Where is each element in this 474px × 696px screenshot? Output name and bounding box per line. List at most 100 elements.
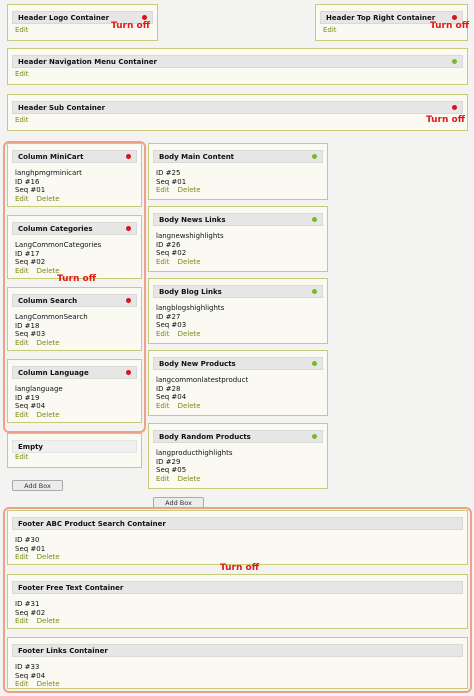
delete-link[interactable]: Delete xyxy=(178,186,201,194)
edit-link[interactable]: Edit xyxy=(15,116,29,124)
delete-link[interactable]: Delete xyxy=(178,258,201,266)
edit-link[interactable]: Edit xyxy=(15,26,29,34)
edit-link[interactable]: Edit xyxy=(15,267,29,275)
column-minicart-box: Column MiniCart langhpmgrminicart ID #16… xyxy=(7,143,142,207)
box-seq: Seq #02 xyxy=(156,249,187,257)
box-title: Footer ABC Product Search Container xyxy=(18,520,166,528)
box-title: Column Language xyxy=(18,369,89,377)
footer-links-container: Footer Links Container ID #33 Seq #04 Ed… xyxy=(7,637,468,689)
edit-link[interactable]: Edit xyxy=(323,26,337,34)
box-bar: Column Search xyxy=(12,294,137,307)
box-title: Body Blog Links xyxy=(159,288,222,296)
box-seq: Seq #04 xyxy=(156,393,187,401)
box-title: Column MiniCart xyxy=(18,153,84,161)
edit-link[interactable]: Edit xyxy=(15,680,29,688)
box-info: langnewshighlights ID #26 Seq #02 Edit De… xyxy=(156,232,224,266)
delete-link[interactable]: Delete xyxy=(178,475,201,483)
body-new-products-box: Body New Products langcommonlatestproduc… xyxy=(148,350,328,416)
edit-link[interactable]: Edit xyxy=(156,186,170,194)
box-bar: Footer Links Container xyxy=(12,644,463,657)
edit-link[interactable]: Edit xyxy=(156,330,170,338)
column-categories-box: Column Categories LangCommonCategories I… xyxy=(7,215,142,279)
edit-link[interactable]: Edit xyxy=(15,617,29,625)
edit-link[interactable]: Edit xyxy=(156,258,170,266)
box-title: Header Navigation Menu Container xyxy=(18,58,157,66)
box-info: langlanguage ID #19 Seq #04 Edit Delete xyxy=(15,385,68,419)
delete-link[interactable]: Delete xyxy=(37,680,60,688)
status-red-icon[interactable] xyxy=(452,105,457,110)
status-green-icon[interactable] xyxy=(312,154,317,159)
box-key: langproducthighlights xyxy=(156,449,233,457)
box-id: ID #18 xyxy=(15,321,40,330)
footer-free-text-container: Footer Free Text Container ID #31 Seq #0… xyxy=(7,574,468,629)
box-bar: Body Main Content xyxy=(153,150,323,163)
header-sub-bar: Header Sub Container xyxy=(12,101,463,114)
box-info: ID #31 Seq #02 Edit Delete xyxy=(15,600,68,626)
status-red-icon[interactable] xyxy=(126,298,131,303)
box-bar: Footer Free Text Container xyxy=(12,581,463,594)
body-news-links-box: Body News Links langnewshighlights ID #2… xyxy=(148,206,328,272)
box-key: LangCommonCategories xyxy=(15,241,102,249)
body-main-content-box: Body Main Content ID #25 Seq #01 Edit Del… xyxy=(148,143,328,200)
delete-link[interactable]: Delete xyxy=(178,402,201,410)
status-red-icon[interactable] xyxy=(126,226,131,231)
edit-link[interactable]: Edit xyxy=(15,411,29,419)
box-info: langhpmgrminicart ID #16 Seq #01 Edit Del… xyxy=(15,169,82,203)
edit-link[interactable]: Edit xyxy=(156,475,170,483)
status-green-icon[interactable] xyxy=(312,217,317,222)
delete-link[interactable]: Delete xyxy=(37,411,60,419)
column-language-box: Column Language langlanguage ID #19 Seq … xyxy=(7,359,142,423)
header-sub-container: Header Sub Container Edit xyxy=(7,94,468,131)
add-box-button-left[interactable]: Add Box xyxy=(12,480,63,491)
box-key: langhpmgrminicart xyxy=(15,169,82,177)
edit-link[interactable]: Edit xyxy=(15,553,29,561)
status-green-icon[interactable] xyxy=(312,361,317,366)
box-bar: Column Language xyxy=(12,366,137,379)
delete-link[interactable]: Delete xyxy=(37,553,60,561)
box-title: Header Logo Container xyxy=(18,14,110,22)
edit-link[interactable]: Edit xyxy=(156,402,170,410)
status-green-icon[interactable] xyxy=(312,434,317,439)
box-id: ID #19 xyxy=(15,393,40,402)
box-info: langcommonlatestproduct ID #28 Seq #04 E… xyxy=(156,376,248,410)
delete-link[interactable]: Delete xyxy=(37,195,60,203)
delete-link[interactable]: Delete xyxy=(37,617,60,625)
box-title: Column Search xyxy=(18,297,78,305)
turn-off-note-logo: Turn off xyxy=(111,21,151,31)
status-red-icon[interactable] xyxy=(126,154,131,159)
turn-off-note-column: Turn off xyxy=(57,274,97,284)
footer-abc-product-search-container: Footer ABC Product Search Container ID #… xyxy=(7,510,468,565)
box-id: ID #16 xyxy=(15,177,40,186)
header-nav-menu-container: Header Navigation Menu Container Edit xyxy=(7,48,468,85)
edit-link[interactable]: Edit xyxy=(15,195,29,203)
edit-link[interactable]: Edit xyxy=(15,70,29,78)
box-id: ID #31 xyxy=(15,600,40,608)
turn-off-note-footer: Turn off xyxy=(220,563,260,573)
delete-link[interactable]: Delete xyxy=(37,339,60,347)
box-title: Column Categories xyxy=(18,225,93,233)
status-green-icon[interactable] xyxy=(452,59,457,64)
status-green-icon[interactable] xyxy=(312,289,317,294)
box-bar: Footer ABC Product Search Container xyxy=(12,517,463,530)
edit-link[interactable]: Edit xyxy=(15,339,29,347)
box-key: langnewshighlights xyxy=(156,232,224,240)
status-red-icon[interactable] xyxy=(452,15,457,20)
status-red-icon[interactable] xyxy=(126,370,131,375)
box-bar: Column Categories xyxy=(12,222,137,235)
box-title: Empty xyxy=(18,443,43,451)
delete-link[interactable]: Delete xyxy=(178,330,201,338)
status-red-icon[interactable] xyxy=(142,15,147,20)
box-info: LangCommonCategories ID #17 Seq #02 Edit… xyxy=(15,241,101,275)
column-empty-box: Empty Edit xyxy=(7,433,142,468)
box-info: ID #25 Seq #01 Edit Delete xyxy=(156,169,209,195)
box-id: ID #25 xyxy=(156,169,181,177)
box-key: langblogshighlights xyxy=(156,304,225,312)
box-seq: Seq #02 xyxy=(15,608,46,617)
box-info: ID #33 Seq #04 Edit Delete xyxy=(15,663,68,689)
box-seq: Seq #03 xyxy=(156,321,187,329)
edit-link[interactable]: Edit xyxy=(15,453,29,461)
box-id: ID #33 xyxy=(15,663,40,671)
box-seq: Seq #01 xyxy=(156,177,187,186)
box-key: langlanguage xyxy=(15,385,63,393)
box-id: ID #28 xyxy=(156,384,181,393)
